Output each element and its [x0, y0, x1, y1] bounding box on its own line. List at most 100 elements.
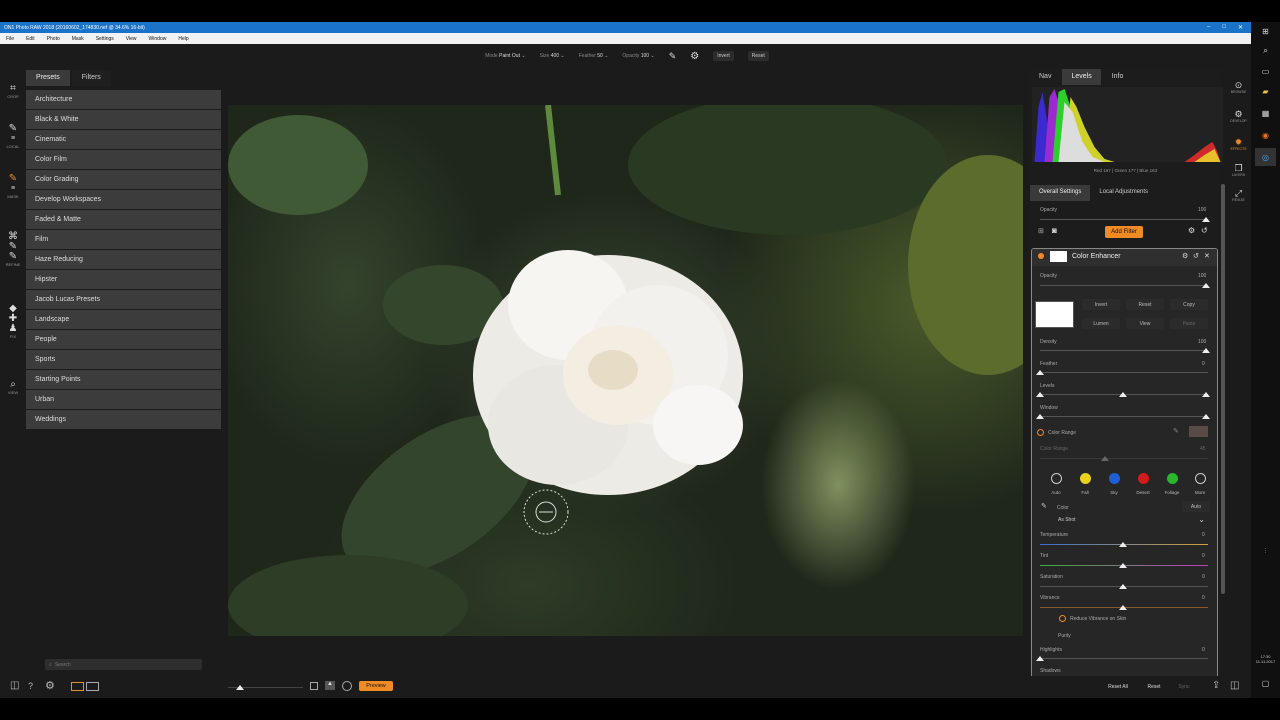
brush-size-knob[interactable]: [236, 685, 244, 690]
levels-mid-knob[interactable]: [1119, 392, 1127, 397]
reset-bottom-button[interactable]: Reset: [1140, 681, 1168, 693]
highlights-knob[interactable]: [1036, 656, 1044, 661]
calculator-icon[interactable]: ▦: [1255, 104, 1276, 122]
mask-view-icon[interactable]: [310, 682, 318, 690]
highlights-value[interactable]: 0: [1202, 647, 1205, 653]
menu-help[interactable]: Help: [178, 36, 188, 42]
tab-overall-settings[interactable]: Overall Settings: [1030, 185, 1091, 201]
tab-presets[interactable]: Presets: [26, 70, 70, 86]
menu-file[interactable]: File: [6, 36, 14, 42]
tab-info[interactable]: Info: [1103, 69, 1133, 85]
close-button[interactable]: ✕: [1238, 24, 1243, 31]
preset-category-item[interactable]: Film: [26, 230, 221, 249]
menu-settings[interactable]: Settings: [96, 36, 114, 42]
temperature-value[interactable]: 0: [1202, 532, 1205, 538]
invert-button[interactable]: Invert: [1082, 299, 1120, 310]
view-button[interactable]: View: [1126, 318, 1164, 329]
tab-levels[interactable]: Levels: [1062, 69, 1101, 85]
copy-button[interactable]: Copy: [1170, 299, 1208, 310]
fix-tool[interactable]: ◆ ✚ ♟ FIX: [4, 304, 22, 340]
overall-opacity-slider[interactable]: [1040, 219, 1208, 220]
module-layers[interactable]: ❐ LAYERS: [1226, 163, 1251, 177]
compare-view-icon[interactable]: [86, 682, 99, 691]
chevron-down-icon[interactable]: ⌄: [604, 53, 608, 59]
eyedropper-icon[interactable]: ✎: [1041, 502, 1047, 510]
gear-icon[interactable]: ⚙: [45, 679, 55, 692]
sync-button[interactable]: Sync: [1170, 681, 1198, 693]
preset-category-item[interactable]: Jacob Lucas Presets: [26, 290, 221, 309]
window-high-knob[interactable]: [1202, 414, 1210, 419]
photo-canvas[interactable]: [228, 105, 1023, 636]
tab-local-adjustments[interactable]: Local Adjustments: [1090, 185, 1157, 201]
color-preset-auto[interactable]: Auto: [1045, 471, 1067, 495]
firefox-icon[interactable]: ◉: [1255, 126, 1276, 144]
warning-icon[interactable]: ▲: [325, 681, 335, 690]
on1-app-icon[interactable]: ◎: [1255, 148, 1276, 166]
highlights-slider[interactable]: [1040, 658, 1208, 659]
window-slider[interactable]: [1040, 416, 1208, 417]
menu-window[interactable]: Window: [149, 36, 167, 42]
module-effects[interactable]: ✹ EFFECTS: [1226, 137, 1251, 151]
vibrance-knob[interactable]: [1119, 605, 1127, 610]
preset-category-item[interactable]: Cinematic: [26, 130, 221, 149]
search-icon[interactable]: ⌕: [1255, 42, 1276, 60]
color-range-swatch[interactable]: [1189, 426, 1208, 437]
density-value[interactable]: 100: [1198, 339, 1206, 345]
white-balance-select[interactable]: As Shot ⌄: [1055, 515, 1207, 527]
filter-mask-thumb[interactable]: [1050, 251, 1067, 262]
preset-category-item[interactable]: Architecture: [26, 90, 221, 109]
size-value[interactable]: 400: [551, 53, 559, 59]
add-filter-button[interactable]: Add Filter: [1105, 226, 1143, 238]
chevron-down-icon[interactable]: ⌄: [560, 53, 564, 59]
mask-preview[interactable]: [1035, 301, 1074, 328]
preset-category-item[interactable]: Color Film: [26, 150, 221, 169]
menu-view[interactable]: View: [126, 36, 137, 42]
color-range-toggle[interactable]: [1037, 429, 1044, 436]
feather-value[interactable]: 0: [1202, 361, 1205, 367]
reset-button[interactable]: Reset: [747, 51, 769, 61]
color-range-knob[interactable]: [1101, 456, 1109, 461]
minimize-button[interactable]: –: [1207, 24, 1210, 31]
color-preset-fall[interactable]: Fall: [1074, 471, 1096, 495]
module-develop[interactable]: ⚙ DEVELOP: [1226, 109, 1251, 123]
window-low-knob[interactable]: [1036, 414, 1044, 419]
auto-color-button[interactable]: Auto: [1182, 501, 1210, 512]
right-panel-scrollbar[interactable]: [1221, 184, 1225, 594]
menu-photo[interactable]: Photo: [47, 36, 60, 42]
task-view-icon[interactable]: ▭: [1255, 62, 1276, 80]
mask-icon[interactable]: ◙: [1052, 226, 1057, 235]
gear-icon[interactable]: ⚙: [1182, 252, 1188, 260]
windows-start-icon[interactable]: ⊞: [1255, 22, 1276, 40]
mask-tool[interactable]: ✎ ≡ MASK: [4, 174, 22, 200]
preset-category-item[interactable]: People: [26, 330, 221, 349]
color-range-slider[interactable]: [1040, 458, 1208, 459]
opacity-value[interactable]: 100: [641, 53, 649, 59]
levels-black-knob[interactable]: [1036, 392, 1044, 397]
color-preset-foliage[interactable]: Foliage: [1161, 471, 1183, 495]
filter-opacity-slider[interactable]: [1040, 285, 1208, 286]
view-tool[interactable]: ⌕ VIEW: [4, 380, 22, 396]
reset-icon[interactable]: ↺: [1193, 252, 1199, 260]
preset-category-item[interactable]: Hipster: [26, 270, 221, 289]
mode-select[interactable]: Paint Out: [499, 53, 520, 59]
share-icon[interactable]: ⇪: [1212, 680, 1220, 691]
brush-icon[interactable]: ✎: [669, 51, 677, 62]
preview-button[interactable]: Preview: [359, 681, 393, 691]
overall-opacity-value[interactable]: 100: [1198, 207, 1206, 213]
preset-category-item[interactable]: Black & White: [26, 110, 221, 129]
mask-overlay-icon[interactable]: [342, 681, 352, 691]
lumen-button[interactable]: Lumen: [1082, 318, 1120, 329]
preset-search-input[interactable]: ⌕ Search: [45, 659, 202, 670]
feather-knob[interactable]: [1036, 370, 1044, 375]
color-preset-more[interactable]: More: [1189, 471, 1211, 495]
reset-button[interactable]: Reset: [1126, 299, 1164, 310]
density-knob[interactable]: [1202, 348, 1210, 353]
menu-mask[interactable]: Mask: [72, 36, 84, 42]
reset-all-button[interactable]: Reset All: [1099, 681, 1137, 693]
preset-category-item[interactable]: Sports: [26, 350, 221, 369]
maximize-button[interactable]: □: [1222, 24, 1226, 31]
preset-category-item[interactable]: Weddings: [26, 410, 221, 429]
clock[interactable]: 17:30 11.11.2017: [1251, 654, 1280, 664]
reset-icon[interactable]: ↺: [1201, 226, 1208, 235]
preset-category-item[interactable]: Develop Workspaces: [26, 190, 221, 209]
